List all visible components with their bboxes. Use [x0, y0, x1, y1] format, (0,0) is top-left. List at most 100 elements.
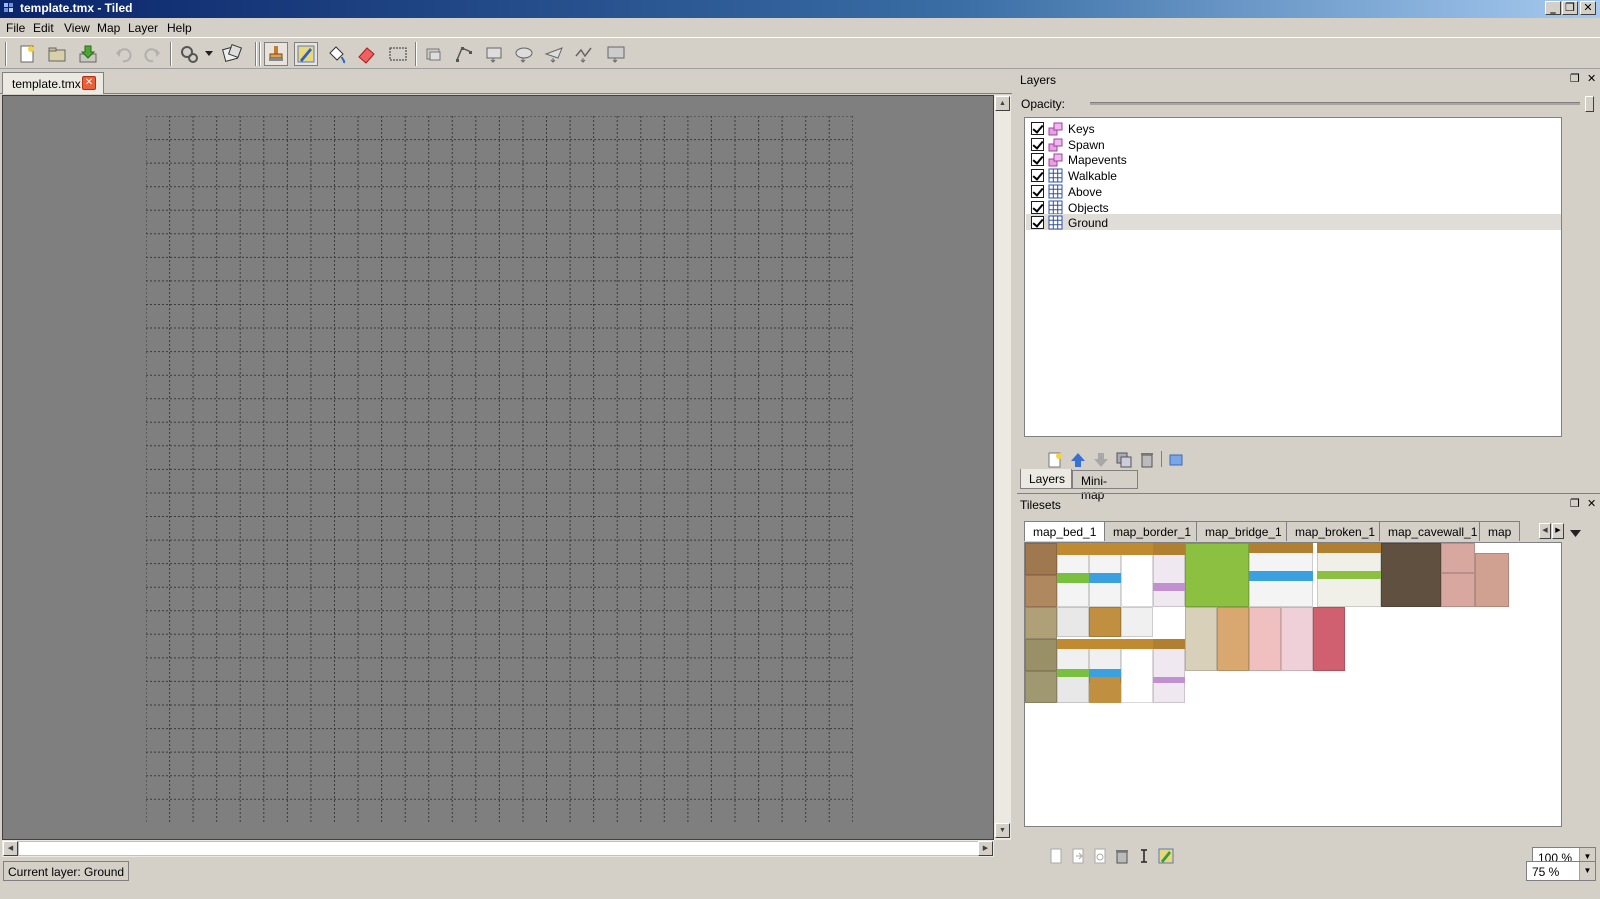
add-layer-icon[interactable]: [1046, 451, 1064, 469]
tabs-scroll-right-icon[interactable]: ▶: [1552, 523, 1564, 539]
tab-map-broken-1[interactable]: map_broken_1: [1286, 521, 1385, 541]
stamp-brush-icon[interactable]: [264, 42, 288, 66]
tileset-tile[interactable]: [1381, 543, 1441, 607]
lower-layer-icon[interactable]: [1092, 451, 1110, 469]
tab-map-border-1[interactable]: map_border_1: [1104, 521, 1201, 541]
tileset-tile[interactable]: [1025, 607, 1057, 639]
chevron-down-icon[interactable]: ▼: [1579, 862, 1595, 880]
tileset-tile[interactable]: [1121, 607, 1153, 637]
layer-visibility-checkbox[interactable]: [1031, 137, 1044, 151]
horizontal-scroll-thumb[interactable]: [18, 841, 979, 856]
map-zoom-combo[interactable]: 75 % ▼: [1526, 861, 1596, 881]
tileset-menu-chevron-down-icon[interactable]: [1570, 527, 1581, 541]
tileset-tile[interactable]: [1185, 607, 1217, 671]
layer-visibility-checkbox[interactable]: [1031, 169, 1044, 183]
tab-template-tmx[interactable]: template.tmx ✕: [2, 72, 104, 94]
new-map-icon[interactable]: [15, 42, 39, 66]
minimize-button[interactable]: _: [1545, 1, 1561, 15]
menu-file[interactable]: File: [6, 21, 25, 35]
layer-visibility-checkbox[interactable]: [1031, 122, 1044, 135]
tileset-tile[interactable]: [1025, 639, 1057, 671]
tileset-view[interactable]: [1024, 542, 1562, 827]
maximize-button[interactable]: ❐: [1562, 1, 1578, 15]
select-objects-icon[interactable]: [422, 42, 446, 66]
tileset-tile[interactable]: [1121, 553, 1153, 607]
terrain-brush-icon[interactable]: [294, 42, 318, 66]
tileset-tile[interactable]: [1249, 607, 1281, 671]
rectangular-select-icon[interactable]: [386, 42, 410, 66]
layer-row-keys[interactable]: Keys: [1026, 120, 1561, 136]
dock-splitter[interactable]: [1012, 70, 1017, 858]
insert-rectangle-icon[interactable]: [482, 42, 506, 66]
map-view[interactable]: [2, 95, 994, 840]
bucket-fill-icon[interactable]: [324, 42, 348, 66]
opacity-slider-handle[interactable]: [1585, 96, 1594, 112]
layer-row-ground[interactable]: Ground: [1026, 214, 1561, 231]
tab-map-more[interactable]: map: [1479, 521, 1521, 541]
scroll-up-arrow-icon[interactable]: ▲: [995, 96, 1010, 111]
horizontal-scrollbar[interactable]: ◀ ▶: [2, 840, 994, 857]
dice-icon[interactable]: [220, 42, 244, 66]
tileset-tile[interactable]: [1441, 573, 1475, 607]
close-dock-icon[interactable]: ✕: [1587, 72, 1596, 85]
edit-polygons-icon[interactable]: [452, 42, 476, 66]
tileset-tile[interactable]: [1217, 607, 1249, 671]
insert-ellipse-icon[interactable]: [512, 42, 536, 66]
menu-layer[interactable]: Layer: [128, 21, 158, 35]
layer-row-walkable[interactable]: Walkable: [1026, 167, 1561, 183]
raise-layer-icon[interactable]: [1069, 451, 1087, 469]
layer-row-above[interactable]: Above: [1026, 183, 1561, 199]
open-icon[interactable]: [45, 42, 69, 66]
duplicate-layer-icon[interactable]: [1115, 451, 1133, 469]
close-tab-icon[interactable]: ✕: [82, 76, 96, 90]
opacity-slider-track[interactable]: [1090, 102, 1580, 105]
layer-row-mapevents[interactable]: Mapevents: [1026, 151, 1561, 167]
float-dock-icon[interactable]: ❐: [1570, 72, 1580, 85]
scroll-right-arrow-icon[interactable]: ▶: [978, 841, 993, 856]
tab-map-cavewall-1[interactable]: map_cavewall_1: [1379, 521, 1487, 541]
insert-polygon-icon[interactable]: [542, 42, 566, 66]
save-icon[interactable]: [76, 42, 100, 66]
close-dock-icon[interactable]: ✕: [1587, 497, 1596, 510]
insert-tile-icon[interactable]: [604, 42, 628, 66]
layer-row-spawn[interactable]: Spawn: [1026, 136, 1561, 152]
random-mode-icon[interactable]: [178, 42, 202, 66]
tab-map-bridge-1[interactable]: map_bridge_1: [1196, 521, 1291, 541]
scroll-down-arrow-icon[interactable]: ▼: [995, 823, 1010, 838]
layer-visibility-checkbox[interactable]: [1031, 153, 1044, 167]
tabs-scroll-left-icon[interactable]: ◀: [1539, 523, 1551, 539]
undo-icon[interactable]: [112, 42, 136, 66]
tileset-tile[interactable]: [1025, 543, 1057, 575]
layer-visibility-checkbox[interactable]: [1031, 200, 1044, 214]
tileset-tile[interactable]: [1185, 543, 1249, 607]
chevron-down-icon[interactable]: [203, 42, 215, 66]
tileset-tile[interactable]: [1057, 607, 1089, 637]
menu-map[interactable]: Map: [97, 21, 120, 35]
tileset-tile[interactable]: [1281, 607, 1313, 671]
delete-layer-icon[interactable]: [1138, 451, 1156, 469]
redo-icon[interactable]: [140, 42, 164, 66]
insert-polyline-icon[interactable]: [572, 42, 596, 66]
tileset-tile[interactable]: [1025, 671, 1057, 703]
tileset-tile[interactable]: [1153, 553, 1185, 607]
menu-help[interactable]: Help: [167, 21, 192, 35]
eraser-icon[interactable]: [354, 42, 378, 66]
tileset-tile[interactable]: [1313, 607, 1345, 671]
layer-row-objects[interactable]: Objects: [1026, 199, 1561, 215]
map-tile-grid[interactable]: [146, 116, 853, 822]
vertical-scrollbar[interactable]: ▲ ▼: [994, 95, 1011, 840]
tileset-tile[interactable]: [1089, 607, 1121, 637]
layer-properties-icon[interactable]: [1167, 451, 1185, 469]
tab-layers[interactable]: Layers: [1020, 469, 1072, 489]
tileset-tile[interactable]: [1025, 575, 1057, 607]
float-dock-icon[interactable]: ❐: [1570, 497, 1580, 510]
layer-visibility-checkbox[interactable]: [1031, 216, 1044, 230]
close-window-button[interactable]: ✕: [1580, 1, 1596, 15]
tileset-tile[interactable]: [1441, 543, 1475, 573]
layer-visibility-checkbox[interactable]: [1031, 184, 1044, 198]
tab-map-bed-1[interactable]: map_bed_1: [1024, 521, 1106, 541]
tab-mini-map[interactable]: Mini-map: [1072, 470, 1138, 502]
menu-edit[interactable]: Edit: [33, 21, 54, 35]
scroll-left-arrow-icon[interactable]: ◀: [3, 841, 18, 856]
menu-view[interactable]: View: [64, 21, 90, 35]
